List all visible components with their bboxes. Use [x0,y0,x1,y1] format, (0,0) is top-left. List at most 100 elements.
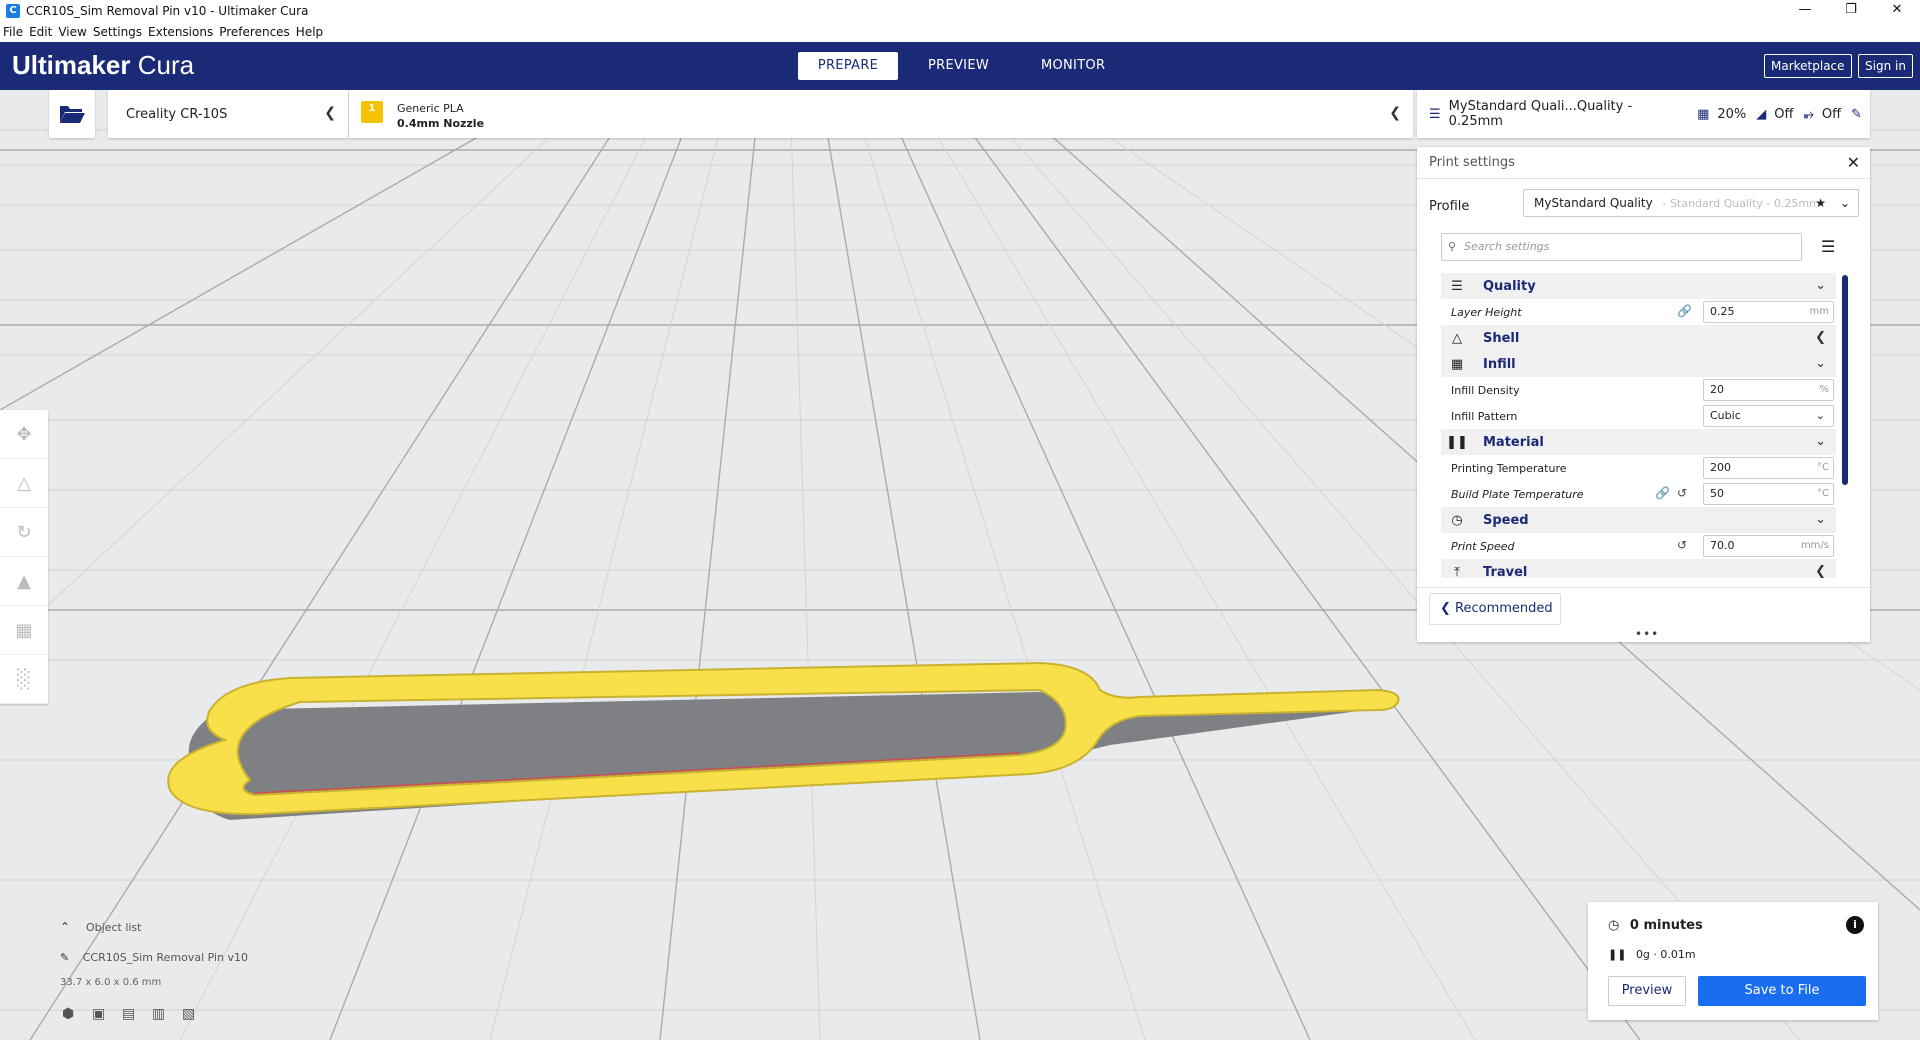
menu-edit[interactable]: Edit [29,25,52,39]
setting-value: Cubic [1710,409,1741,422]
print-settings-title: Print settings [1429,155,1515,170]
category-infill[interactable]: ▦ Infill ⌄ [1441,351,1836,377]
menu-preferences[interactable]: Preferences [219,25,290,39]
tab-monitor[interactable]: MONITOR [1019,52,1127,80]
mirror-tool-icon[interactable]: ▲ [0,557,48,606]
chevron-left-icon: ❮ [324,105,336,121]
category-shell[interactable]: △ Shell ❮ [1441,325,1836,351]
left-view-icon[interactable]: ▥ [152,1006,182,1022]
infill-summary: 20% [1717,106,1747,122]
move-tool-icon[interactable]: ✥ [0,410,48,459]
logo-bold: Ultimaker [12,50,131,80]
menu-help[interactable]: Help [296,25,323,39]
front-view-icon[interactable]: ▣ [92,1006,122,1022]
nozzle-size: 0.4mm Nozzle [397,117,485,130]
category-material[interactable]: ❚❚ Material ⌄ [1441,429,1836,455]
right-view-icon[interactable]: ▧ [182,1006,212,1022]
print-speed-input[interactable]: 70.0 mm/s [1703,535,1834,557]
speed-icon: ◷ [1451,512,1463,528]
build-plate-temperature-input[interactable]: 50 °C [1703,483,1834,505]
settings-visibility-menu-icon[interactable]: ☰ [1821,237,1835,256]
category-quality[interactable]: ☰ Quality ⌄ [1441,273,1836,299]
setting-unit: mm/s [1800,540,1829,551]
sign-in-button[interactable]: Sign in [1858,54,1913,78]
info-icon[interactable]: i [1846,916,1864,934]
infill-pattern-select[interactable]: Cubic ⌄ [1703,405,1834,427]
object-list-label: Object list [86,921,142,934]
minimize-button[interactable]: — [1782,0,1828,22]
scale-tool-icon[interactable]: △ [0,459,48,508]
reset-icon[interactable]: ↺ [1677,538,1687,552]
chevron-down-icon: ⌄ [1815,434,1826,449]
adhesion-summary: Off [1821,106,1842,122]
marketplace-button[interactable]: Marketplace [1764,54,1852,78]
print-settings-summary[interactable]: ☰ MyStandard Quali...Quality - 0.25mm ▦ … [1417,90,1870,138]
settings-scrollbar[interactable] [1842,275,1848,485]
window-controls: — ❐ ✕ [1782,0,1920,22]
category-travel[interactable]: ⤒ Travel ❮ [1441,559,1836,578]
star-icon[interactable]: ★ [1815,190,1826,216]
window-titlebar: C CCR10S_Sim Removal Pin v10 - Ultimaker… [0,0,1920,22]
chevron-left-icon: ❮ [1815,330,1826,345]
save-to-file-button[interactable]: Save to File [1698,976,1866,1006]
cura-app-icon: C [6,4,20,18]
chevron-left-icon: ❮ [1815,564,1826,578]
setting-unit: °C [1817,462,1829,473]
recommended-button[interactable]: ❮ Recommended [1429,593,1561,625]
print-time: ◷ 0 minutes [1608,918,1703,933]
setting-value: 50 [1710,487,1724,500]
quality-icon: ☰ [1451,278,1463,294]
3d-view-icon[interactable]: ⬢ [62,1006,92,1022]
logo-light: Cura [137,50,195,80]
setting-infill-density: Infill Density 20 % [1441,377,1836,403]
setting-value: 200 [1710,461,1731,474]
close-icon[interactable]: ✕ [1847,147,1860,179]
search-placeholder: Search settings [1464,240,1550,253]
close-window-button[interactable]: ✕ [1874,0,1920,22]
menu-settings[interactable]: Settings [93,25,142,39]
profile-dropdown[interactable]: MyStandard Quality - Standard Quality - … [1523,189,1859,217]
app-header: Ultimaker Cura PREPARE PREVIEW MONITOR M… [0,42,1920,90]
chevron-down-icon: ⌄ [1815,512,1826,527]
per-model-settings-icon[interactable]: ▦ [0,606,48,655]
profile-value: MyStandard Quality [1534,196,1653,210]
tab-preview[interactable]: PREVIEW [906,52,1011,80]
link-icon: 🔗 [1655,486,1670,500]
print-settings-panel: Print settings ✕ Profile MyStandard Qual… [1417,147,1870,642]
printing-temperature-input[interactable]: 200 °C [1703,457,1834,479]
infill-density-input[interactable]: 20 % [1703,379,1834,401]
setting-value: 20 [1710,383,1724,396]
category-label: Infill [1483,356,1516,372]
setting-printing-temperature: Printing Temperature 200 °C [1441,455,1836,481]
tab-prepare[interactable]: PREPARE [798,52,898,80]
printer-selector[interactable]: Creality CR-10S ❮ [108,90,348,138]
recommended-label: Recommended [1455,601,1553,616]
resize-handle-icon[interactable]: ••• [1635,627,1659,641]
setting-infill-pattern: Infill Pattern Cubic ⌄ [1441,403,1836,429]
maximize-button[interactable]: ❐ [1828,0,1874,22]
extruder-badge-icon: 1 [361,101,383,123]
category-speed[interactable]: ◷ Speed ⌄ [1441,507,1836,533]
chevron-up-icon: ⌃ [60,920,71,934]
menu-file[interactable]: File [3,25,23,39]
preview-button[interactable]: Preview [1608,976,1686,1006]
setting-unit: °C [1817,488,1829,499]
reset-icon[interactable]: ↺ [1677,486,1687,500]
stage-tabs: PREPARE PREVIEW MONITOR [798,52,1135,80]
menu-view[interactable]: View [58,25,86,39]
material-selector[interactable]: 1 Generic PLA 0.4mm Nozzle ❮ [349,90,1413,138]
object-name-row[interactable]: ✎ CCR10S_Sim Removal Pin v10 [60,951,248,964]
object-dimensions: 33.7 x 6.0 x 0.6 mm [60,977,162,988]
camera-view-buttons: ⬢ ▣ ▤ ▥ ▧ [62,1006,212,1022]
rotate-tool-icon[interactable]: ↻ [0,508,48,557]
support-blocker-icon[interactable]: ░ [0,655,48,704]
transform-tools: ✥ △ ↻ ▲ ▦ ░ [0,410,48,704]
material-usage-value: 0g · 0.01m [1635,948,1696,961]
layer-height-input[interactable]: 0.25 mm [1703,301,1834,323]
edit-pencil-icon[interactable]: ✎ [1851,107,1862,122]
open-file-button[interactable] [49,90,95,138]
top-view-icon[interactable]: ▤ [122,1006,152,1022]
menu-extensions[interactable]: Extensions [148,25,213,39]
printer-name: Creality CR-10S [126,106,228,122]
search-settings-input[interactable]: ⚲ Search settings [1441,233,1802,261]
